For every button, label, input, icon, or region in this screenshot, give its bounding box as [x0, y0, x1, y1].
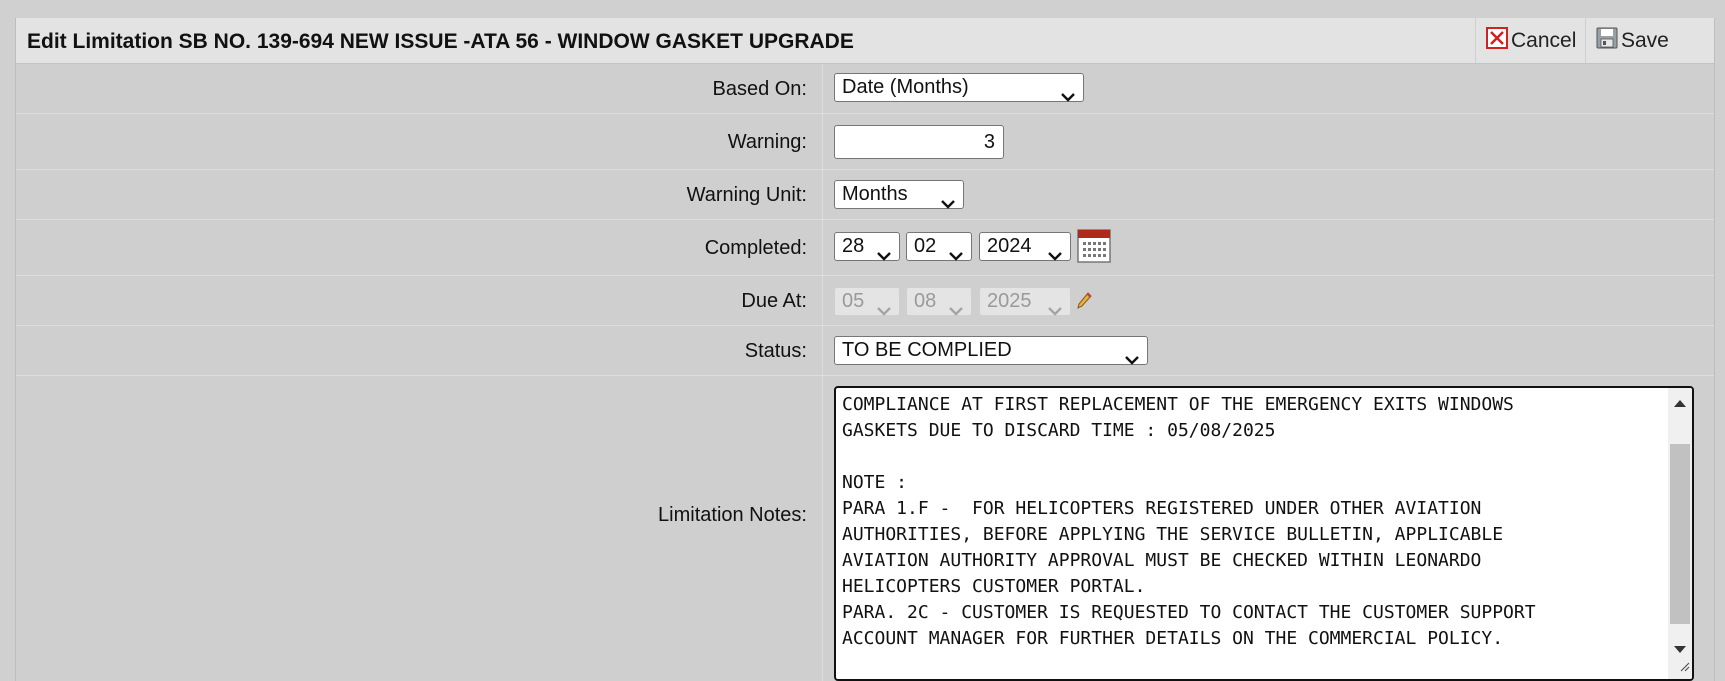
save-label: Save [1621, 28, 1669, 52]
completed-day-select[interactable]: 28 [834, 232, 900, 261]
chevron-down-icon [949, 297, 963, 324]
chevron-down-icon [949, 242, 963, 269]
warning-unit-select[interactable]: Months [834, 180, 964, 209]
cancel-label: Cancel [1511, 28, 1577, 52]
limitation-notes-text: COMPLIANCE AT FIRST REPLACEMENT OF THE E… [842, 394, 1536, 649]
status-label: Status: [744, 340, 807, 362]
based-on-select[interactable]: Date (Months) [834, 73, 1084, 102]
due-year-select: 2025 [979, 287, 1071, 316]
row-warning-unit: Warning Unit: Months [16, 170, 1714, 220]
due-year-value: 2025 [987, 290, 1032, 312]
completed-month-select[interactable]: 02 [906, 232, 972, 261]
calendar-icon[interactable] [1077, 229, 1111, 268]
warning-unit-value: Months [842, 183, 908, 205]
row-warning: Warning: 3 [16, 114, 1714, 170]
page-title: Edit Limitation SB NO. 139-694 NEW ISSUE… [27, 30, 854, 53]
row-based-on: Based On: Date (Months) [16, 64, 1714, 114]
limitation-notes-textarea[interactable]: COMPLIANCE AT FIRST REPLACEMENT OF THE E… [834, 386, 1694, 681]
panel-header: Edit Limitation SB NO. 139-694 NEW ISSUE… [16, 18, 1714, 64]
warning-input[interactable]: 3 [834, 125, 1004, 159]
scroll-up-icon[interactable] [1674, 400, 1686, 407]
completed-year-select[interactable]: 2024 [979, 232, 1071, 261]
completed-year-value: 2024 [987, 235, 1032, 257]
status-select[interactable]: TO BE COMPLIED [834, 336, 1148, 365]
row-due-at: Due At: 05 08 2025 [16, 276, 1714, 326]
chevron-down-icon [1125, 346, 1139, 373]
scrollbar-thumb[interactable] [1670, 444, 1690, 624]
cancel-button[interactable]: Cancel [1475, 18, 1585, 63]
based-on-value: Date (Months) [842, 76, 969, 98]
floppy-disk-icon [1596, 27, 1621, 55]
due-day-select: 05 [834, 287, 900, 316]
save-button[interactable]: Save [1585, 18, 1695, 63]
chevron-down-icon [1061, 83, 1075, 110]
warning-label: Warning: [727, 131, 807, 153]
due-at-label: Due At: [741, 290, 807, 312]
chevron-down-icon [941, 190, 955, 217]
completed-day-value: 28 [842, 235, 865, 257]
chevron-down-icon [1048, 242, 1062, 269]
edit-limitation-panel: Edit Limitation SB NO. 139-694 NEW ISSUE… [15, 18, 1715, 681]
close-icon [1486, 26, 1511, 55]
due-month-select: 08 [906, 287, 972, 316]
row-completed: Completed: 28 02 2024 [16, 220, 1714, 276]
completed-label: Completed: [704, 237, 807, 259]
based-on-label: Based On: [712, 78, 807, 100]
chevron-down-icon [877, 242, 891, 269]
pencil-icon[interactable] [1076, 292, 1092, 315]
warning-unit-label: Warning Unit: [686, 184, 807, 206]
resize-handle-icon[interactable] [1678, 659, 1690, 677]
chevron-down-icon [877, 297, 891, 324]
completed-month-value: 02 [914, 235, 937, 257]
status-value: TO BE COMPLIED [842, 339, 1012, 361]
limitation-notes-label: Limitation Notes: [658, 504, 807, 526]
due-month-value: 08 [914, 290, 937, 312]
scroll-down-icon[interactable] [1674, 646, 1686, 653]
due-day-value: 05 [842, 290, 865, 312]
vertical-scrollbar[interactable] [1668, 388, 1692, 679]
row-status: Status: TO BE COMPLIED [16, 326, 1714, 376]
chevron-down-icon [1048, 297, 1062, 324]
